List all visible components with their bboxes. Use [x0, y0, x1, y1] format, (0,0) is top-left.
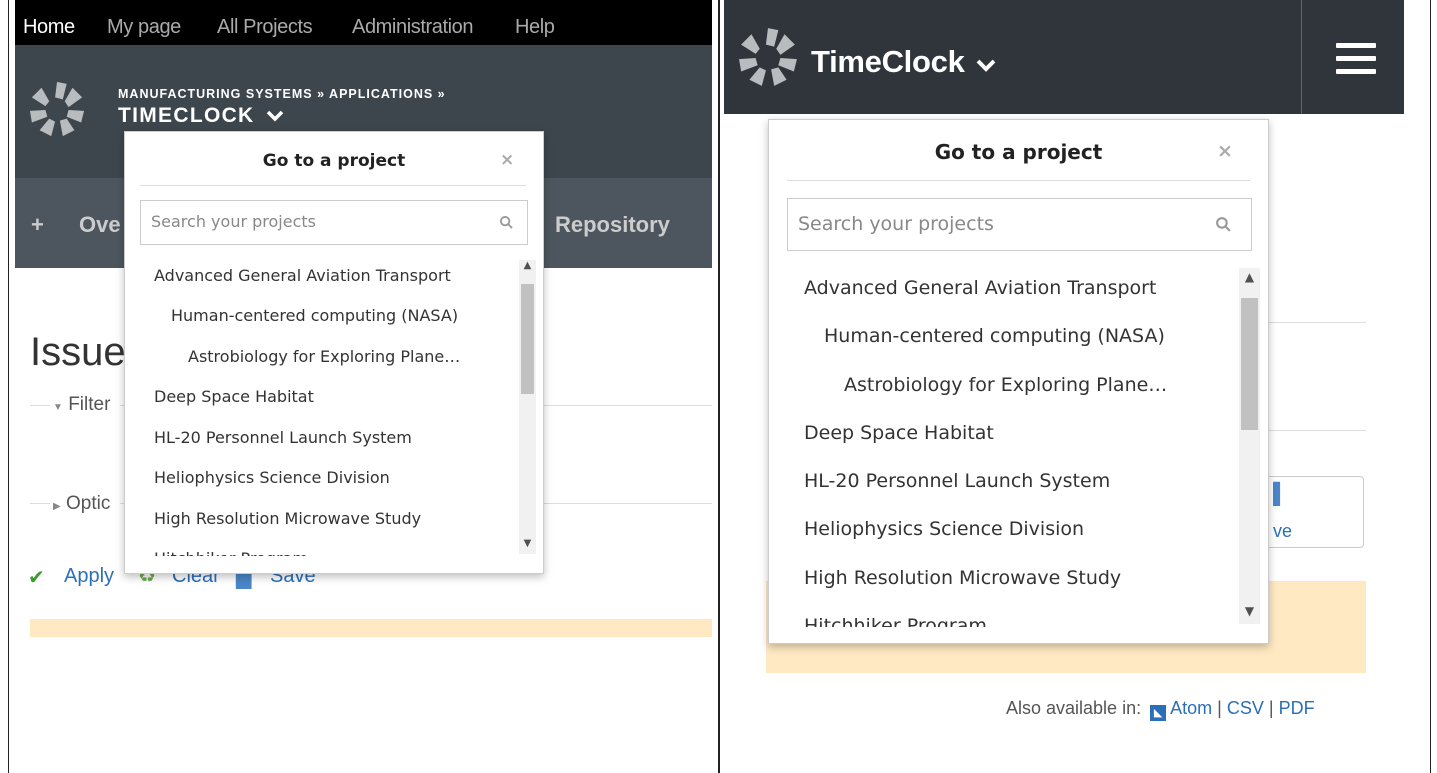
mobile-header: TimeClock	[724, 0, 1404, 114]
triangle-right-icon: ▶	[53, 501, 61, 512]
project-search-field[interactable]	[787, 198, 1252, 251]
search-icon	[499, 215, 513, 229]
pdf-link[interactable]: PDF	[1279, 698, 1315, 718]
breadcrumb[interactable]: MANUFACTURING SYSTEMS » APPLICATIONS »	[118, 87, 446, 101]
hamburger-bar	[1336, 56, 1376, 61]
project-item[interactable]: Advanced General Aviation Transport	[804, 277, 1156, 299]
new-object-button[interactable]: +	[31, 212, 44, 238]
dropdown-title: Go to a project	[262, 151, 406, 171]
apply-link[interactable]: Apply	[64, 565, 114, 588]
save-query-box[interactable]: ▌ ve	[1262, 476, 1364, 548]
project-item[interactable]: Astrobiology for Exploring Plane…	[844, 374, 1167, 396]
nav-home[interactable]: Home	[23, 16, 75, 39]
atom-link[interactable]: Atom	[1170, 698, 1212, 718]
scroll-up-icon[interactable]: ▲	[1239, 270, 1260, 284]
project-list: Advanced General Aviation Transport Huma…	[125, 258, 519, 556]
tab-overview[interactable]: Ove	[79, 212, 121, 238]
app-logo-icon	[739, 28, 797, 86]
project-item[interactable]: Heliophysics Science Division	[804, 518, 1084, 540]
project-item[interactable]: Human-centered computing (NASA)	[824, 325, 1165, 347]
project-search-input[interactable]	[798, 213, 1198, 235]
page-title: Issue	[30, 330, 126, 374]
app-logo-icon	[29, 81, 85, 137]
export-formats: Also available in: ◣ Atom | CSV | PDF	[1006, 698, 1315, 721]
dropdown-divider	[140, 185, 526, 186]
dropdown-divider	[787, 180, 1250, 181]
scrollbar-thumb[interactable]	[1241, 298, 1258, 430]
project-list-scrollbar[interactable]: ▲ ▼	[519, 260, 536, 554]
csv-link[interactable]: CSV	[1227, 698, 1264, 718]
scroll-down-icon[interactable]: ▼	[519, 538, 536, 549]
options-label: Optic	[65, 493, 111, 514]
search-icon	[1216, 217, 1231, 232]
project-list: Advanced General Aviation Transport Huma…	[769, 265, 1239, 627]
project-search-field[interactable]	[140, 200, 528, 245]
project-title: TIMECLOCK	[118, 104, 255, 127]
nav-administration[interactable]: Administration	[352, 16, 474, 39]
left-divider	[8, 0, 9, 773]
close-icon[interactable]: ×	[1217, 140, 1233, 162]
hamburger-bar	[1336, 69, 1376, 74]
project-title-dropdown[interactable]: TimeClock	[811, 44, 997, 80]
project-item[interactable]: HL-20 Personnel Launch System	[154, 428, 412, 447]
chevron-down-icon	[976, 59, 996, 72]
filters-line	[30, 405, 50, 406]
project-title-dropdown[interactable]: TIMECLOCK	[118, 104, 284, 128]
tab-repository[interactable]: Repository	[555, 212, 670, 238]
project-item[interactable]: Deep Space Habitat	[154, 387, 314, 406]
scroll-down-icon[interactable]: ▼	[1239, 604, 1260, 618]
triangle-down-icon: ▼	[53, 402, 63, 413]
project-item[interactable]: Hitchhiker Program	[154, 549, 308, 556]
project-item[interactable]: Human-centered computing (NASA)	[171, 306, 458, 325]
right-divider	[1430, 0, 1431, 773]
project-item[interactable]: Deep Space Habitat	[804, 422, 994, 444]
warning-bar	[30, 619, 712, 637]
project-item[interactable]: HL-20 Personnel Launch System	[804, 470, 1110, 492]
chevron-down-icon	[266, 110, 283, 122]
dropdown-title: Go to a project	[934, 140, 1103, 164]
hamburger-bar	[1336, 43, 1376, 48]
project-item[interactable]: Heliophysics Science Division	[154, 468, 390, 487]
center-divider	[718, 0, 720, 773]
scrollbar-thumb[interactable]	[521, 284, 534, 394]
project-item[interactable]: High Resolution Microwave Study	[154, 509, 421, 528]
project-list-scrollbar[interactable]: ▲ ▼	[1239, 268, 1260, 624]
filters-label: Filter	[68, 394, 111, 415]
divider-line	[1266, 322, 1366, 323]
project-item[interactable]: Advanced General Aviation Transport	[154, 266, 451, 285]
project-search-input[interactable]	[151, 212, 481, 231]
rss-icon: ◣	[1150, 705, 1167, 721]
project-item[interactable]: High Resolution Microwave Study	[804, 567, 1121, 589]
options-line	[30, 503, 50, 504]
project-jump-dropdown-right: Go to a project × Advanced General Aviat…	[768, 119, 1269, 644]
top-navigation: Home My page All Projects Administration…	[15, 0, 712, 45]
filters-toggle[interactable]: ▼ Filter	[53, 394, 110, 416]
options-toggle[interactable]: ▶ Optic	[53, 493, 110, 515]
save-icon: ▌	[1273, 483, 1288, 505]
project-title: TimeClock	[811, 44, 965, 79]
close-icon[interactable]: ×	[500, 150, 514, 170]
save-link-partial[interactable]: ve	[1273, 521, 1292, 542]
scroll-up-icon[interactable]: ▲	[519, 260, 536, 271]
nav-all-projects[interactable]: All Projects	[217, 16, 313, 39]
nav-my-page[interactable]: My page	[107, 16, 181, 39]
project-item[interactable]: Hitchhiker Program	[804, 615, 987, 627]
hamburger-menu-button[interactable]	[1301, 0, 1405, 114]
also-available-label: Also available in:	[1006, 698, 1142, 718]
nav-help[interactable]: Help	[515, 16, 555, 39]
project-item[interactable]: Astrobiology for Exploring Plane…	[188, 347, 460, 366]
divider-line	[1266, 430, 1366, 431]
check-icon: ✔	[28, 567, 45, 589]
project-jump-dropdown-left: Go to a project × Advanced General Aviat…	[124, 131, 544, 574]
